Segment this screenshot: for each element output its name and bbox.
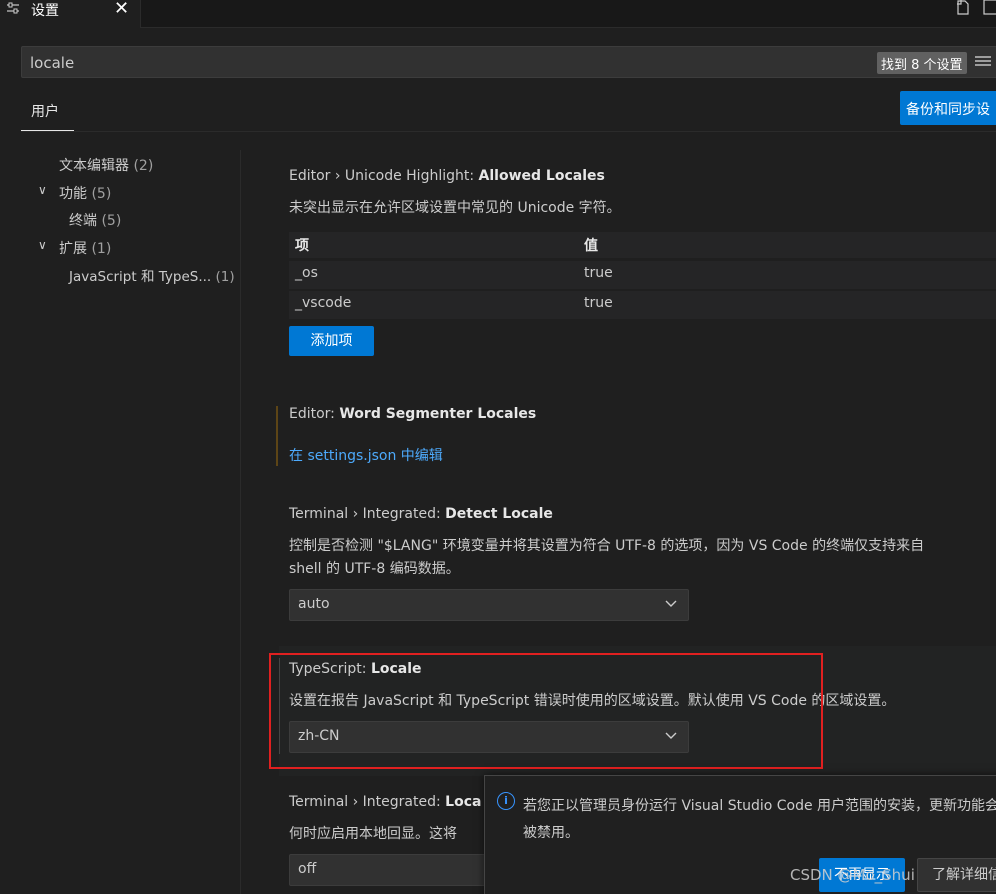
search-input[interactable] — [30, 53, 830, 73]
select-value: auto — [298, 596, 330, 612]
toc-item-terminal[interactable]: 终端 (5) — [69, 210, 121, 230]
filter-list-icon[interactable] — [974, 52, 992, 75]
setting-category: Terminal › Integrated: — [289, 506, 446, 522]
focus-indicator — [279, 658, 280, 754]
modified-indicator — [276, 406, 278, 466]
chevron-down-icon[interactable]: ∨ — [38, 183, 47, 197]
detect-locale-select[interactable]: auto — [289, 589, 689, 621]
setting-description-cont: shell 的 UTF-8 编码数据。 — [289, 561, 460, 577]
setting-title-allowed-locales: Editor › Unicode Highlight: Allowed Loca… — [289, 168, 605, 184]
add-item-button[interactable]: 添加项 — [289, 326, 374, 356]
toc-label: 扩展 — [59, 241, 87, 257]
toc-item-js-ts[interactable]: JavaScript 和 TypeS... (1) — [69, 265, 235, 285]
table-row[interactable]: _vscode true — [289, 291, 996, 319]
row-value: true — [584, 295, 613, 311]
row-key: _vscode — [295, 295, 352, 311]
setting-description: 未突出显示在允许区域设置中常见的 Unicode 字符。 — [289, 200, 621, 216]
watermark: CSDN @Mo_Shui — [790, 866, 915, 884]
settings-sliders-icon — [6, 1, 20, 19]
table-row[interactable]: _os true — [289, 261, 996, 289]
toc-count: (5) — [101, 213, 122, 229]
setting-title-detect-locale: Terminal › Integrated: Detect Locale — [289, 506, 553, 522]
tab-bar: 设置 ✕ — [0, 0, 996, 28]
tab-user[interactable]: 用户 — [21, 95, 74, 131]
toc-label: 文本编辑器 — [59, 158, 129, 174]
setting-description: 何时应启用本地回显。这将 — [289, 826, 457, 842]
close-icon[interactable]: ✕ — [114, 0, 129, 19]
toc-item-text-editor[interactable]: 文本编辑器 (2) — [59, 155, 153, 175]
toc-item-features[interactable]: 功能 (5) — [59, 183, 111, 203]
toc-divider — [240, 150, 241, 894]
search-box — [21, 46, 996, 78]
toc-item-extensions[interactable]: 扩展 (1) — [59, 238, 111, 258]
toc-count: (1) — [91, 241, 112, 257]
divider — [21, 131, 996, 132]
setting-description: 控制是否检测 "$LANG" 环境变量并将其设置为符合 UTF-8 的选项，因为… — [289, 538, 925, 554]
setting-title-typescript-locale: TypeScript: Locale — [289, 661, 422, 677]
setting-name: Allowed Locales — [478, 168, 605, 184]
toc-label: 终端 — [69, 213, 97, 229]
search-result-count: 找到 8 个设置 — [877, 52, 967, 74]
tab-label: 设置 — [31, 3, 59, 19]
select-value: off — [298, 861, 317, 877]
open-json-icon[interactable] — [954, 0, 974, 18]
notification-message: 若您正以管理员身份运行 Visual Studio Code 用户范围的安装，更… — [523, 798, 996, 841]
chevron-down-icon — [664, 596, 678, 610]
setting-category: Terminal › Integrated: — [289, 794, 446, 810]
setting-name: Word Segmenter Locales — [339, 406, 537, 422]
backup-sync-button[interactable]: 备份和同步设 — [900, 91, 996, 125]
row-key: _os — [295, 265, 318, 281]
setting-title-local-echo: Terminal › Integrated: Loca — [289, 794, 481, 810]
column-header-value: 值 — [584, 238, 598, 254]
toc-label: 功能 — [59, 186, 87, 202]
row-value: true — [584, 265, 613, 281]
learn-more-button[interactable]: 了解详细信 — [917, 858, 996, 892]
setting-category: TypeScript: — [289, 661, 371, 677]
split-editor-icon[interactable] — [982, 0, 996, 18]
setting-description: 设置在报告 JavaScript 和 TypeScript 错误时使用的区域设置… — [289, 693, 896, 709]
notification-toast: i 若您正以管理员身份运行 Visual Studio Code 用户范围的安装… — [484, 775, 996, 894]
info-icon: i — [497, 792, 515, 810]
tab-settings[interactable]: 设置 ✕ — [0, 0, 141, 28]
toc-label: JavaScript 和 TypeS... — [69, 269, 212, 285]
typescript-locale-select[interactable]: zh-CN — [289, 721, 689, 753]
setting-name: Detect Locale — [445, 506, 553, 522]
toc-count: (2) — [133, 158, 154, 174]
chevron-down-icon — [664, 728, 678, 742]
setting-category: Editor › Unicode Highlight: — [289, 168, 479, 184]
edit-in-settings-json-link[interactable]: 在 settings.json 中编辑 — [289, 445, 443, 465]
column-header-key: 项 — [295, 238, 309, 254]
chevron-down-icon[interactable]: ∨ — [38, 238, 47, 252]
setting-title-word-segmenter: Editor: Word Segmenter Locales — [289, 406, 536, 422]
toc-count: (1) — [215, 269, 235, 285]
setting-name: Loca — [445, 794, 482, 810]
setting-name: Locale — [370, 661, 422, 677]
select-value: zh-CN — [298, 728, 340, 744]
table-header: 项 值 — [289, 232, 996, 258]
setting-category: Editor: — [289, 406, 340, 422]
toc-count: (5) — [91, 186, 112, 202]
